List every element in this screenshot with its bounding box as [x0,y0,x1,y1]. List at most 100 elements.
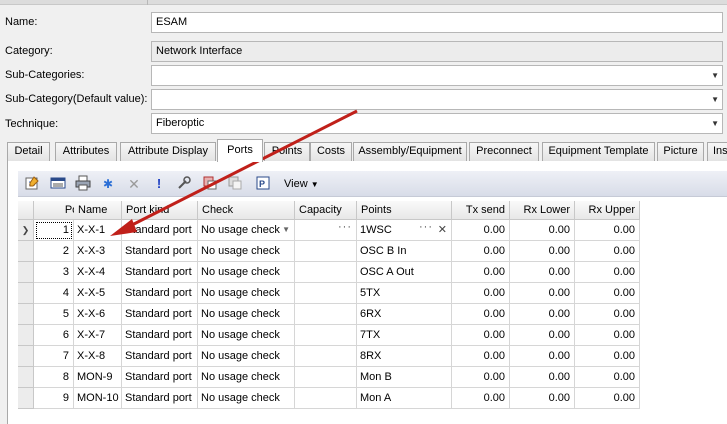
cell-capacity[interactable] [295,262,357,283]
cell-tx-send[interactable]: 0.00 [452,220,510,241]
cell-check[interactable]: No usage check [198,304,295,325]
table-row[interactable]: 3 X-X-4 Standard port No usage check OSC A O… [18,262,640,283]
col-header-name[interactable]: Name [74,201,122,220]
cell-name[interactable]: X-X-5 [74,283,122,304]
tab-points[interactable]: Points [264,142,310,161]
cell-points[interactable]: 5TX [357,283,452,304]
row-indicator[interactable] [18,283,34,304]
chevron-down-icon[interactable]: ▼ [282,220,290,240]
cell-name[interactable]: X-X-7 [74,325,122,346]
cell-port-kind[interactable]: Standard port [122,325,198,346]
tab-equipment-template[interactable]: Equipment Template [542,142,655,161]
cell-check[interactable]: No usage check [198,346,295,367]
properties-icon[interactable]: P [254,175,272,193]
row-indicator[interactable] [18,346,34,367]
cell-points[interactable]: 1WSC ··· ✕ [357,220,452,241]
row-indicator[interactable] [18,388,34,409]
cell-tx-send[interactable]: 0.00 [452,388,510,409]
ellipsis-icon[interactable]: ··· [338,220,352,237]
cell-name[interactable]: MON-9 [74,367,122,388]
cell-points[interactable]: OSC B In [357,241,452,262]
edit-icon[interactable] [24,175,42,193]
table-row[interactable]: 2 X-X-3 Standard port No usage check OSC B I… [18,241,640,262]
cell-check[interactable]: No usage check [198,283,295,304]
cell-tx-send[interactable]: 0.00 [452,262,510,283]
delete-icon[interactable]: ✕ [125,175,143,193]
exclamation-icon[interactable]: ! [150,175,168,193]
cell-name[interactable]: X-X-3 [74,241,122,262]
cell-port[interactable]: 9 [34,388,74,409]
cell-points[interactable]: 8RX [357,346,452,367]
cell-points[interactable]: OSC A Out [357,262,452,283]
cell-points[interactable]: 6RX [357,304,452,325]
cell-rx-lower[interactable]: 0.00 [510,367,575,388]
table-row[interactable]: 7 X-X-8 Standard port No usage check 8RX 0.00… [18,346,640,367]
cell-tx-send[interactable]: 0.00 [452,241,510,262]
cell-port-kind[interactable]: Standard port [122,388,198,409]
cell-tx-send[interactable]: 0.00 [452,325,510,346]
col-header-rx-upper[interactable]: Rx Upper [575,201,640,220]
print-icon[interactable] [74,175,92,193]
cell-rx-upper[interactable]: 0.00 [575,304,640,325]
row-indicator[interactable] [18,241,34,262]
col-header-capacity[interactable]: Capacity [295,201,357,220]
cell-points[interactable]: Mon A [357,388,452,409]
cell-points[interactable]: Mon B [357,367,452,388]
cell-rx-lower[interactable]: 0.00 [510,241,575,262]
tab-assembly-equipment[interactable]: Assembly/Equipment [353,142,467,161]
cell-capacity[interactable]: ··· [295,220,357,241]
clear-icon[interactable]: ✕ [438,220,447,240]
technique-dropdown[interactable]: Fiberoptic ▼ [151,113,723,134]
ellipsis-icon[interactable]: ··· [419,220,433,237]
cell-tx-send[interactable]: 0.00 [452,304,510,325]
cell-rx-upper[interactable]: 0.00 [575,325,640,346]
cell-rx-lower[interactable]: 0.00 [510,220,575,241]
cell-port[interactable]: 1 [34,220,74,241]
cell-rx-lower[interactable]: 0.00 [510,325,575,346]
cell-port[interactable]: 8 [34,367,74,388]
cell-name[interactable]: X-X-4 [74,262,122,283]
cell-port[interactable]: 4 [34,283,74,304]
col-header-port-kind[interactable]: Port kind [122,201,198,220]
tab-picture[interactable]: Picture [657,142,704,161]
tab-preconnect[interactable]: Preconnect [469,142,539,161]
cell-port-kind[interactable]: Standard port [122,241,198,262]
cell-tx-send[interactable]: 0.00 [452,346,510,367]
cell-rx-lower[interactable]: 0.00 [510,346,575,367]
cell-rx-upper[interactable]: 0.00 [575,283,640,304]
chevron-down-icon[interactable]: ▼ [711,90,719,109]
cell-check[interactable]: No usage check [198,388,295,409]
chevron-down-icon[interactable]: ▼ [711,66,719,85]
cell-capacity[interactable] [295,346,357,367]
cell-tx-send[interactable]: 0.00 [452,283,510,304]
cell-capacity[interactable] [295,241,357,262]
cell-port-kind[interactable]: Standard port [122,304,198,325]
cell-port[interactable]: 7 [34,346,74,367]
cell-port-kind[interactable]: Standard port [122,283,198,304]
cell-tx-send[interactable]: 0.00 [452,367,510,388]
list-icon[interactable] [49,175,67,193]
cell-port-kind[interactable]: Standard port [122,262,198,283]
cell-rx-upper[interactable]: 0.00 [575,262,640,283]
subcategory-default-dropdown[interactable]: ▼ [151,89,723,110]
tab-attribute-display[interactable]: Attribute Display [120,142,216,161]
cell-rx-upper[interactable]: 0.00 [575,388,640,409]
cell-port[interactable]: 5 [34,304,74,325]
tab-attributes[interactable]: Attributes [55,142,117,161]
cell-capacity[interactable] [295,283,357,304]
table-row[interactable]: ❯ 1 X-X-1 Standard port No usage check ▼ ··· 1W… [18,220,640,241]
cell-port[interactable]: 6 [34,325,74,346]
wrench-icon[interactable] [175,175,193,193]
cell-capacity[interactable] [295,325,357,346]
name-field[interactable]: ESAM [151,12,723,33]
table-row[interactable]: 6 X-X-7 Standard port No usage check 7TX 0.00… [18,325,640,346]
tab-ins[interactable]: Ins [707,142,727,161]
cell-check[interactable]: No usage check [198,367,295,388]
cell-port[interactable]: 3 [34,262,74,283]
link-icon[interactable] [201,175,219,193]
row-indicator[interactable]: ❯ [18,220,34,241]
tab-costs[interactable]: Costs [310,142,352,161]
row-indicator[interactable] [18,304,34,325]
cell-rx-lower[interactable]: 0.00 [510,388,575,409]
cell-name[interactable]: X-X-8 [74,346,122,367]
